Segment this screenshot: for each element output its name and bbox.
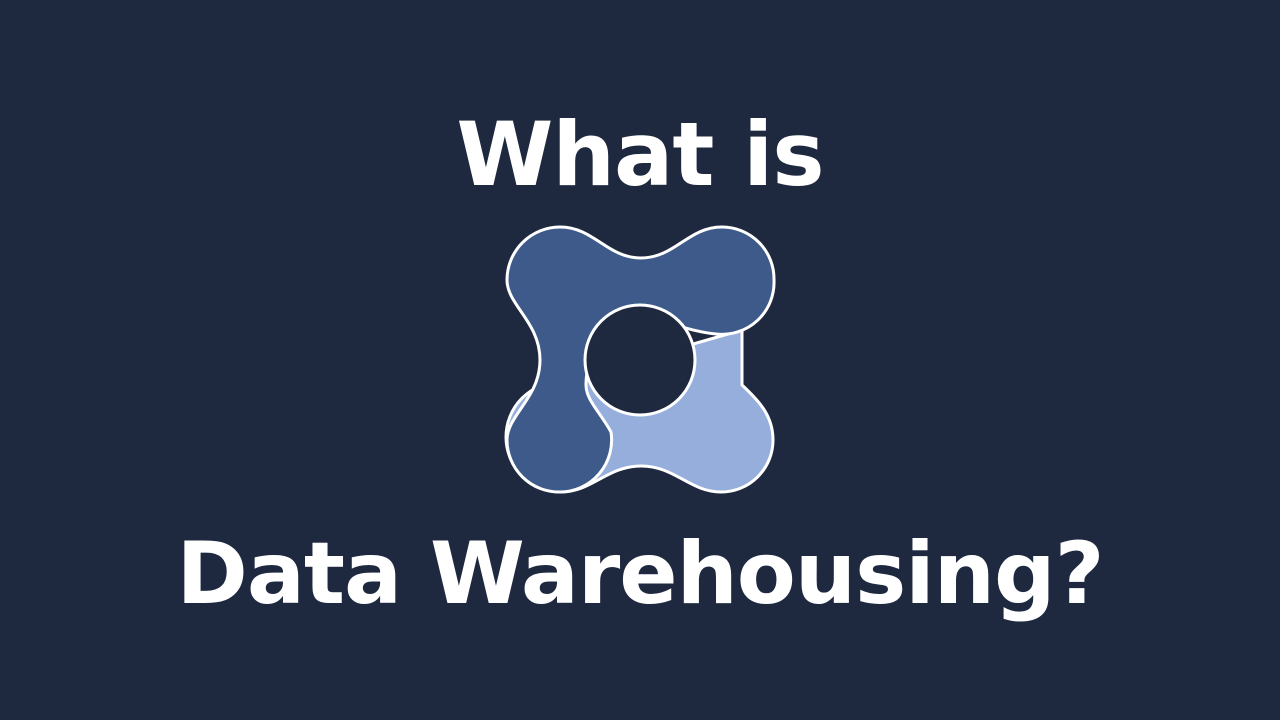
title-slide: What is Data Warehousing? xyxy=(0,0,1280,720)
data-warehouse-logo-icon xyxy=(504,225,776,494)
title-line-data-warehousing: Data Warehousing? xyxy=(176,524,1105,624)
logo-center-hole xyxy=(583,303,697,417)
title-line-what-is: What is xyxy=(456,103,824,206)
